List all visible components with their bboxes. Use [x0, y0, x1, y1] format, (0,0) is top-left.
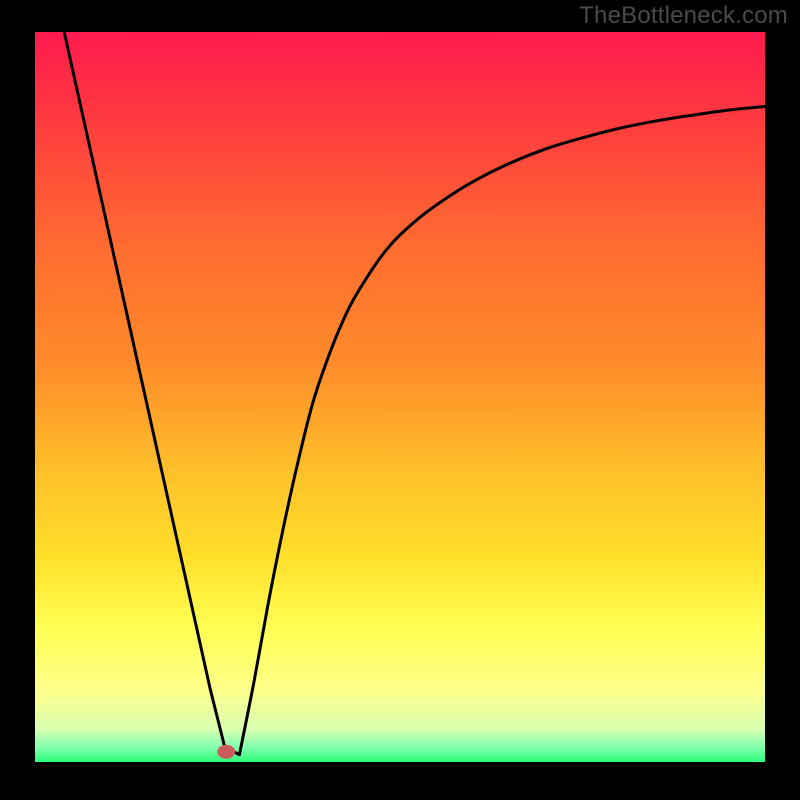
watermark-text: TheBottleneck.com [579, 2, 788, 30]
min-marker-dot [217, 745, 235, 759]
plot-svg [35, 32, 765, 762]
chart-frame: TheBottleneck.com [0, 0, 800, 800]
plot-area [35, 32, 765, 762]
